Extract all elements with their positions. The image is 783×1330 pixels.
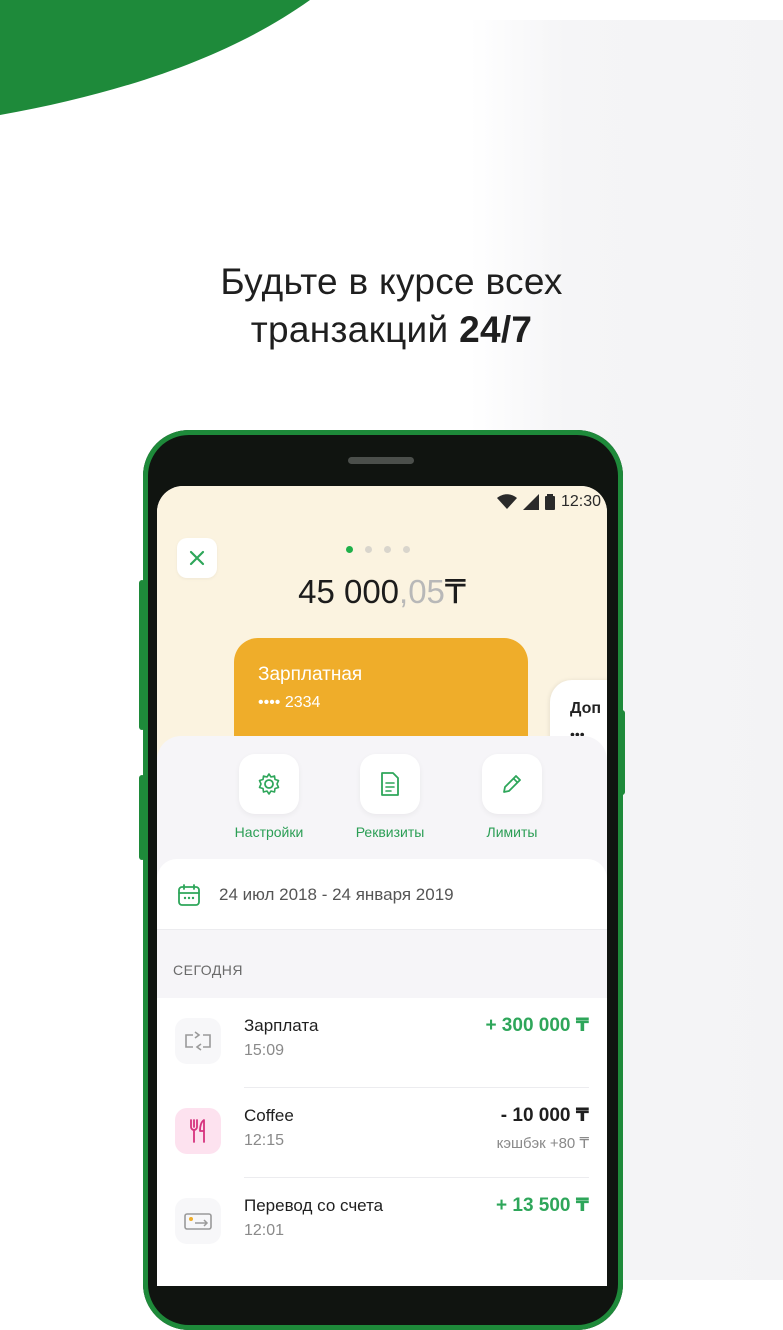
cashback-note: кэшбэк +80 ₸ — [496, 1135, 589, 1152]
balance-fraction: ,05 — [399, 573, 445, 610]
card-pager — [346, 546, 410, 553]
phone-speaker — [348, 457, 414, 464]
transaction-list: Зарплата 15:09 + 300 000 ₸ Coffee 12:15 … — [157, 998, 607, 1286]
requisites-button[interactable]: Реквизиты — [330, 754, 450, 840]
transaction-title: Зарплата — [244, 1016, 319, 1035]
close-icon — [189, 550, 205, 566]
card-number: •••• 2334 — [258, 694, 321, 711]
pager-dot-4[interactable] — [403, 546, 410, 553]
card-name: Зарплатная — [258, 664, 363, 685]
limits-button[interactable]: Лимиты — [452, 754, 572, 840]
transaction-amount: + 13 500 ₸ — [496, 1195, 589, 1216]
transaction-time: 12:15 — [244, 1132, 285, 1149]
transaction-row[interactable]: Зарплата 15:09 + 300 000 ₸ — [157, 998, 607, 1088]
card-transfer-icon — [184, 1213, 212, 1230]
status-time: 12:30 — [560, 493, 601, 510]
card-actions: Настройки Реквизиты Лимиты — [157, 754, 607, 844]
balance-whole: 45 000 — [298, 573, 400, 610]
transaction-amount: - 10 000 ₸ — [500, 1105, 589, 1126]
fork-knife-icon — [190, 1119, 205, 1143]
pager-dot-1[interactable] — [346, 546, 353, 553]
gear-icon — [258, 773, 280, 795]
status-bar: 12:30 — [496, 490, 601, 514]
account-balance: 45 000,05₸ — [157, 572, 607, 611]
transfer-icon — [185, 1031, 211, 1051]
pager-dot-2[interactable] — [365, 546, 372, 553]
date-range-filter[interactable]: 24 июл 2018 - 24 января 2019 — [157, 859, 607, 930]
phone-side-button-right — [619, 710, 625, 795]
balance-currency: ₸ — [444, 573, 466, 610]
pencil-icon — [503, 775, 521, 793]
settings-button[interactable]: Настройки — [209, 754, 329, 840]
date-range-text: 24 июл 2018 - 24 января 2019 — [219, 885, 454, 904]
card-name: Доп — [570, 700, 602, 717]
transaction-amount: + 300 000 ₸ — [485, 1015, 589, 1036]
wifi-icon — [496, 494, 517, 509]
battery-icon — [544, 494, 555, 510]
transaction-row[interactable]: Coffee 12:15 - 10 000 ₸ кэшбэк +80 ₸ — [157, 1088, 607, 1178]
section-header-today: СЕГОДНЯ — [173, 962, 244, 978]
calendar-icon — [178, 884, 200, 906]
transaction-title: Coffee — [244, 1106, 294, 1125]
headline-highlight: 24/7 — [459, 309, 533, 350]
phone-screen: 12:30 45 000,05₸ Зарплатная •••• 2334 До… — [157, 486, 607, 1286]
document-icon — [381, 772, 399, 796]
headline-line-1: Будьте в курсе всех — [220, 261, 563, 302]
action-label: Лимиты — [486, 824, 538, 840]
transaction-title: Перевод со счета — [244, 1196, 384, 1215]
phone-side-button-left-1 — [139, 580, 145, 730]
transaction-time: 15:09 — [244, 1042, 285, 1059]
transaction-row[interactable]: Перевод со счета 12:01 + 13 500 ₸ — [157, 1178, 607, 1268]
pager-dot-3[interactable] — [384, 546, 391, 553]
phone-side-button-left-2 — [139, 775, 145, 860]
headline: Будьте в курсе всех транзакций 24/7 — [0, 258, 783, 354]
signal-icon — [522, 494, 539, 510]
action-label: Настройки — [234, 824, 304, 840]
action-label: Реквизиты — [355, 824, 425, 840]
transaction-time: 12:01 — [244, 1222, 285, 1239]
headline-line-2: транзакций 24/7 — [250, 309, 533, 350]
